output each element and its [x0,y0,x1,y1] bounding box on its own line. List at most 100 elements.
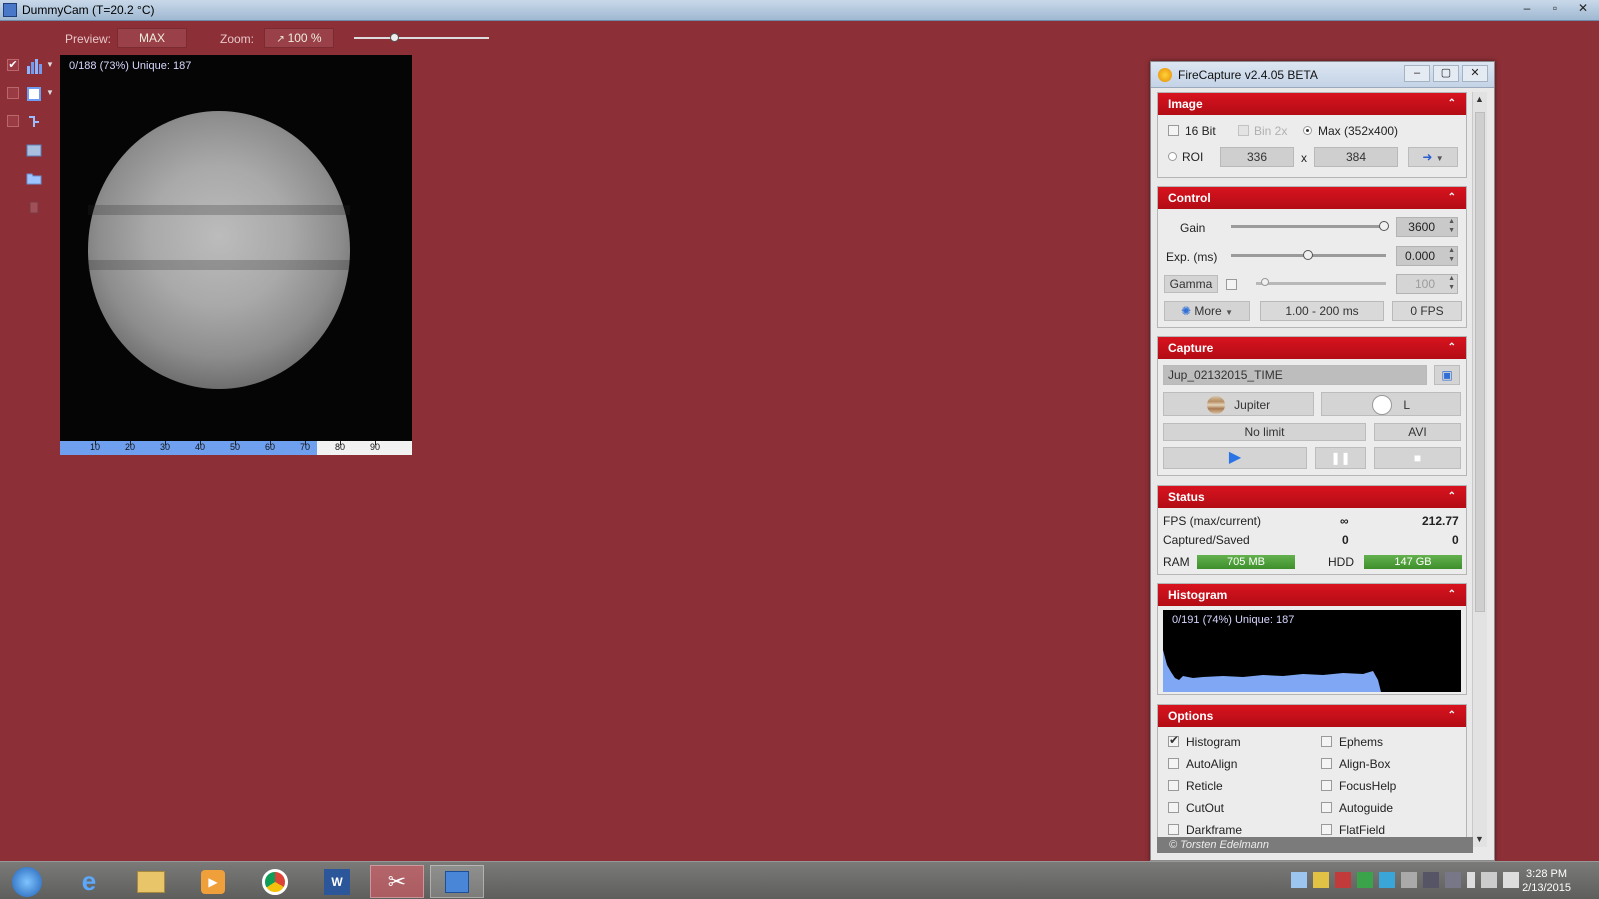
ephems-option-checkbox[interactable] [1321,736,1332,747]
collapse-icon[interactable]: ⌃ [1448,584,1456,606]
taskbar-media-player[interactable]: ▶ [186,865,240,898]
max-radio[interactable] [1303,126,1312,135]
collapse-icon[interactable]: ⌃ [1448,187,1456,209]
roi-apply-button[interactable]: ➜ ▼ [1408,147,1458,167]
autoalign-option-checkbox[interactable] [1168,758,1179,769]
filter-select-button[interactable]: L [1321,392,1461,416]
start-button[interactable] [0,865,54,898]
exposure-slider-knob[interactable] [1303,250,1313,260]
reticle-option-checkbox[interactable] [1168,780,1179,791]
zoom-slider-knob[interactable] [390,33,399,42]
trash-icon[interactable] [26,198,42,214]
reticle-tool-checkbox[interactable] [7,115,19,127]
scroll-down-icon[interactable]: ▼ [1475,834,1484,844]
fc-close-button[interactable]: ✕ [1462,65,1488,82]
chevron-down-icon[interactable]: ▼ [46,88,54,97]
gain-slider-knob[interactable] [1379,221,1389,231]
status-section-header[interactable]: Status ⌃ [1158,486,1466,508]
object-select-button[interactable]: Jupiter [1163,392,1314,416]
roi-height-field[interactable]: 384 [1314,147,1398,167]
minimize-button[interactable]: – [1515,0,1539,16]
gamma-button[interactable]: Gamma [1164,275,1218,293]
taskbar-word[interactable]: W [310,865,364,898]
chevron-down-icon[interactable]: ▼ [46,60,54,69]
gain-spinbox[interactable]: 3600 ▲ ▼ [1396,217,1458,237]
taskbar-chrome[interactable] [248,865,302,898]
roi-tool-checkbox[interactable] [7,87,19,99]
scroll-thumb[interactable] [1475,112,1485,612]
control-header-label: Control [1168,191,1211,205]
reticle-tool[interactable] [4,112,56,132]
gain-slider-track[interactable] [1231,225,1386,228]
update-icon[interactable] [1379,872,1395,888]
taskbar-clock[interactable]: 3:28 PM 2/13/2015 [1522,867,1571,895]
histogram-option-checkbox[interactable] [1168,733,1179,747]
taskbar-file-explorer[interactable] [124,865,178,898]
network-icon[interactable] [1291,872,1307,888]
more-button[interactable]: ✺ More ▼ [1164,301,1250,321]
monitor-icon[interactable] [1423,872,1439,888]
autoguide-option-checkbox[interactable] [1321,802,1332,813]
restore-button[interactable]: ▫ [1543,0,1567,16]
media-player-icon: ▶ [201,869,225,894]
fc-maximize-button[interactable]: ▢ [1433,65,1459,82]
close-button[interactable]: ✕ [1571,0,1595,16]
taskbar-firecapture[interactable] [430,865,484,898]
camera-settings-icon[interactable] [26,142,42,158]
cutout-option-checkbox[interactable] [1168,802,1179,813]
collapse-icon[interactable]: ⌃ [1448,486,1456,508]
zoom-value: 100 % [287,31,322,45]
histogram-section-header[interactable]: Histogram ⌃ [1158,584,1466,606]
flatfield-option-checkbox[interactable] [1321,824,1332,835]
options-section-header[interactable]: Options ⌃ [1158,705,1466,727]
image-section-header[interactable]: Image ⌃ [1158,93,1466,115]
battery-icon[interactable] [1467,872,1475,888]
firecapture-scrollbar[interactable]: ▲ ▼ [1472,92,1487,847]
display-icon[interactable] [1445,872,1461,888]
volume-icon[interactable] [1503,872,1519,888]
collapse-icon[interactable]: ⌃ [1448,705,1456,727]
alignbox-option-checkbox[interactable] [1321,758,1332,769]
gamma-checkbox[interactable] [1226,279,1237,290]
chevron-down-icon: ▼ [1225,308,1233,317]
pause-capture-button[interactable]: ❚❚ [1315,447,1366,469]
collapse-icon[interactable]: ⌃ [1448,337,1456,359]
capture-limit-button[interactable]: No limit [1163,423,1366,441]
spinner-arrows-icon[interactable]: ▲ ▼ [1448,246,1455,264]
16bit-checkbox[interactable] [1168,125,1179,136]
capture-format-button[interactable]: AVI [1374,423,1461,441]
exposure-spinbox[interactable]: 0.000 ▲ ▼ [1396,246,1458,266]
start-capture-button[interactable]: ▶ [1163,447,1307,469]
control-section-header[interactable]: Control ⌃ [1158,187,1466,209]
security-icon[interactable] [1357,872,1373,888]
spinner-arrows-icon[interactable]: ▲ ▼ [1448,217,1455,235]
capture-filename-field[interactable]: Jup_02132015_TIME [1163,365,1427,385]
zoom-field[interactable]: ↗ 100 % [264,28,334,48]
collapse-icon[interactable]: ⌃ [1448,93,1456,115]
histogram-tool-checkbox[interactable]: ✔ [7,59,19,71]
preview-mode-select[interactable]: MAX [117,28,187,48]
hd-icon[interactable] [1335,872,1351,888]
drive-icon[interactable] [1313,872,1329,888]
taskbar-internet-explorer[interactable]: e [62,865,116,898]
roi-tool[interactable]: ▼ [4,84,56,104]
zoom-slider-track[interactable] [354,37,489,39]
roi-radio[interactable] [1168,152,1177,161]
reticle-option-label: Reticle [1186,779,1223,793]
capture-section-header[interactable]: Capture ⌃ [1158,337,1466,359]
taskbar-snipping-tool[interactable]: ✂ [370,865,424,898]
folder-icon[interactable] [26,170,42,186]
stop-capture-button[interactable]: ■ [1374,447,1461,469]
darkframe-option-checkbox[interactable] [1168,824,1179,835]
roi-width-field[interactable]: 336 [1220,147,1294,167]
scroll-up-icon[interactable]: ▲ [1475,94,1484,104]
fc-minimize-button[interactable]: – [1404,65,1430,82]
signal-icon[interactable] [1481,872,1497,888]
focushelp-option-checkbox[interactable] [1321,780,1332,791]
open-folder-button[interactable]: ▣ [1434,365,1460,385]
histogram-tool[interactable]: ✔ ▼ [4,56,56,76]
camera-preview[interactable]: 0/188 (73%) Unique: 187 [60,55,412,441]
frame-select-icon [27,87,41,101]
histogram-header-label: Histogram [1168,588,1228,602]
tools-icon[interactable] [1401,872,1417,888]
